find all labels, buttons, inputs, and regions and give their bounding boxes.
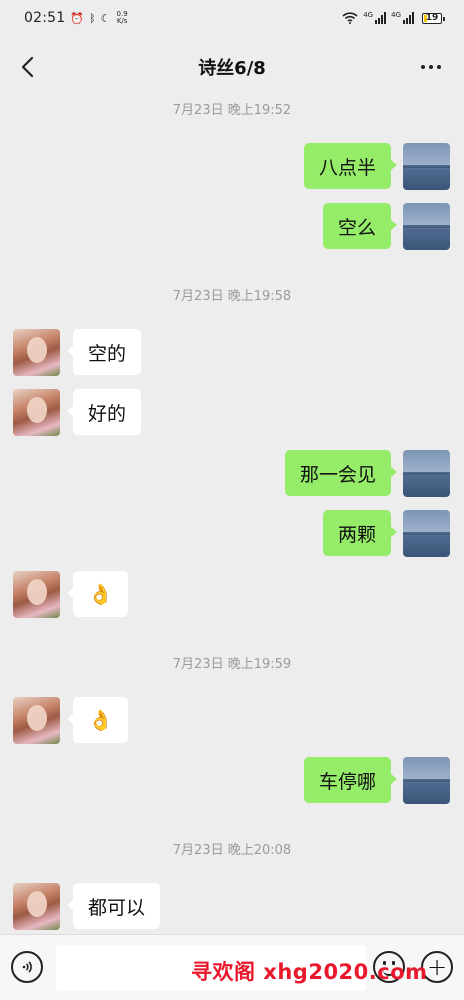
message-row: 那一会见	[0, 450, 464, 498]
chat-title: 诗丝6/8	[198, 58, 266, 79]
back-button[interactable]	[14, 52, 40, 82]
signal-icon-sim1: 4G	[363, 11, 387, 24]
sim1-label: 4G	[363, 11, 374, 19]
message-bubble[interactable]: 车停哪	[303, 757, 398, 803]
message-row: 👌	[0, 697, 464, 745]
message-row: 空么	[0, 203, 464, 251]
message-bubble[interactable]: 那一会见	[284, 450, 398, 496]
title-bar: 诗丝6/8	[0, 38, 464, 96]
message-row: 都可以	[0, 883, 464, 931]
status-time: 02:51	[24, 10, 66, 26]
avatar-self[interactable]	[403, 510, 450, 557]
message-bubble[interactable]: 八点半	[303, 143, 398, 189]
signal-icon-sim2: 4G	[391, 12, 414, 24]
avatar-contact[interactable]	[13, 571, 60, 618]
alarm-icon: ⏰	[70, 11, 85, 25]
avatar-self[interactable]	[403, 757, 450, 804]
message-row: 👌	[0, 571, 464, 619]
avatar-contact[interactable]	[13, 883, 60, 930]
battery-icon: 19	[422, 12, 445, 24]
net-speed: 0.9 K/s	[117, 11, 128, 25]
more-dots-icon	[421, 65, 425, 69]
net-speed-unit: K/s	[116, 17, 128, 25]
moon-icon: ☾	[100, 11, 111, 25]
message-bubble[interactable]: 两颗	[322, 510, 398, 556]
chat-area[interactable]: 7月23日 晚上19:52 八点半 空么 7月23日 晚上19:58 空的 好的…	[0, 96, 464, 934]
message-row: 八点半	[0, 143, 464, 191]
message-row: 两颗	[0, 510, 464, 558]
message-bubble[interactable]: 空的	[66, 329, 142, 375]
more-options-button[interactable]	[416, 54, 446, 80]
status-right: 4G 4G 19	[342, 11, 445, 24]
status-left: 02:51 ⏰ ᛒ ☾ 0.9 K/s	[24, 10, 128, 26]
status-bar: 02:51 ⏰ ᛒ ☾ 0.9 K/s 4G 4G 19	[0, 0, 464, 36]
voice-button[interactable]	[11, 951, 43, 983]
voice-icon	[22, 961, 32, 973]
message-row: 好的	[0, 389, 464, 437]
timestamp: 7月23日 晚上20:08	[172, 843, 292, 858]
message-bubble-ok-emoji[interactable]: 👌	[67, 697, 128, 743]
message-bubble-ok-emoji[interactable]: 👌	[67, 571, 128, 617]
avatar-self[interactable]	[403, 203, 450, 250]
message-row: 空的	[0, 329, 464, 377]
message-row: 车停哪	[0, 757, 464, 805]
avatar-self[interactable]	[403, 450, 450, 497]
message-bubble[interactable]: 空么	[322, 203, 398, 249]
timestamp: 7月23日 晚上19:58	[172, 289, 292, 304]
avatar-contact[interactable]	[13, 697, 60, 744]
bluetooth-icon: ᛒ	[89, 11, 96, 25]
message-bubble[interactable]: 好的	[66, 389, 142, 435]
message-bubble[interactable]: 都可以	[66, 883, 161, 929]
chevron-left-icon	[21, 56, 34, 78]
avatar-self[interactable]	[403, 143, 450, 190]
plus-icon: +	[426, 953, 448, 981]
wifi-icon	[342, 12, 358, 24]
avatar-contact[interactable]	[13, 389, 60, 436]
watermark-text: 寻欢阁 xhg2020.com	[191, 960, 428, 984]
timestamp: 7月23日 晚上19:59	[172, 657, 292, 672]
avatar-contact[interactable]	[13, 329, 60, 376]
battery-level: 19	[425, 13, 439, 23]
timestamp: 7月23日 晚上19:52	[172, 103, 292, 118]
sim2-label: 4G	[391, 11, 401, 19]
